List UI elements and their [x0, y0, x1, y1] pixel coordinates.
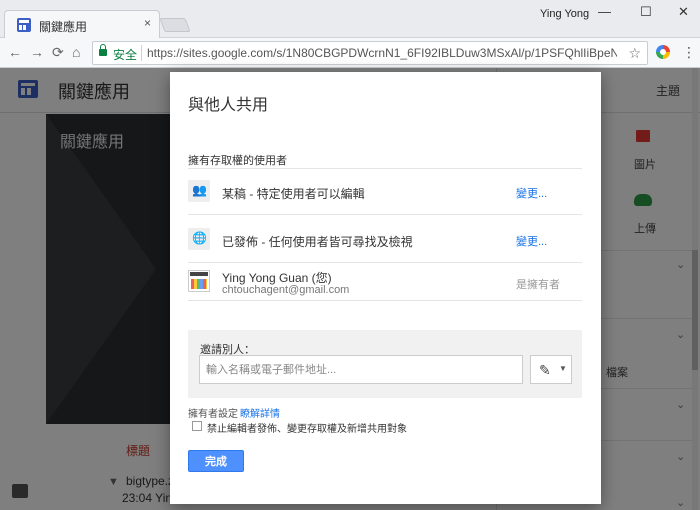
new-tab-button[interactable] — [159, 18, 191, 32]
url-separator — [141, 45, 142, 61]
row-divider — [188, 262, 582, 263]
bookmark-star-icon[interactable]: ☆ — [628, 45, 641, 62]
profile-name[interactable]: Ying Yong — [540, 8, 589, 20]
row-divider — [188, 168, 582, 169]
tab-close-icon[interactable]: × — [144, 16, 151, 30]
address-bar[interactable]: 安全 https://sites.google.com/s/1N80CBGPDW… — [92, 41, 648, 65]
close-window-icon[interactable]: ✕ — [678, 4, 689, 20]
minimize-icon[interactable]: — — [598, 4, 611, 19]
tab-title: 關鍵應用 — [39, 20, 88, 34]
change-publish-link[interactable]: 變更... — [516, 233, 547, 249]
people-icon: 👥 — [188, 180, 210, 202]
pencil-icon: ✎ — [539, 362, 551, 378]
change-access-link[interactable]: 變更... — [516, 185, 547, 201]
prevent-editors-checkbox[interactable] — [192, 421, 202, 431]
back-icon[interactable]: ← — [8, 44, 22, 60]
publish-row-text: 已發佈 - 任何使用者皆可尋找及檢視 — [222, 235, 413, 249]
browser-tab-active[interactable]: 關鍵應用 × — [4, 10, 160, 38]
lock-icon[interactable] — [99, 44, 107, 56]
access-row-text: 某稿 - 特定使用者可以編輯 — [222, 187, 365, 201]
maximize-icon[interactable]: ☐ — [640, 4, 652, 20]
forward-icon[interactable]: → — [30, 44, 44, 60]
access-section-label: 擁有存取權的使用者 — [188, 155, 287, 167]
caret-down-icon: ▼ — [559, 364, 567, 373]
prevent-editors-label[interactable]: 禁止編輯者發佈、變更存取權及新增共用對象 — [207, 420, 407, 435]
owner-settings-label: 擁有者設定 — [188, 409, 238, 420]
dialog-title: 與他人共用 — [188, 97, 269, 114]
owner-email: chtouchagent@gmail.com — [222, 284, 350, 296]
permission-dropdown-button[interactable]: ✎ ▼ — [530, 355, 572, 384]
home-icon[interactable]: ⌂ — [72, 44, 80, 60]
avatar — [188, 270, 210, 292]
invite-section: 邀請別人： ✎ ▼ — [188, 330, 582, 398]
reload-icon[interactable]: ⟳ — [52, 44, 64, 61]
security-label[interactable]: 安全 — [113, 46, 137, 63]
row-divider — [188, 214, 582, 215]
invite-email-input[interactable] — [199, 355, 523, 384]
row-divider — [188, 300, 582, 301]
owner-role: 是擁有者 — [516, 279, 560, 291]
share-dialog: 與他人共用 擁有存取權的使用者 👥 某稿 - 特定使用者可以編輯 變更... 🌐… — [170, 72, 601, 504]
done-button[interactable]: 完成 — [188, 450, 244, 472]
learn-more-link[interactable]: 瞭解詳情 — [240, 405, 280, 420]
browser-menu-icon[interactable]: ⋮ — [682, 44, 696, 61]
browser-toolbar: ← → ⟳ ⌂ 安全 https://sites.google.com/s/1N… — [0, 38, 700, 68]
browser-titlebar: 關鍵應用 × Ying Yong — ☐ ✕ — [0, 0, 700, 38]
url-text[interactable]: https://sites.google.com/s/1N80CBGPDWcrn… — [147, 46, 617, 60]
extension-icon[interactable] — [656, 45, 670, 59]
sites-favicon-icon — [17, 18, 31, 32]
globe-icon: 🌐 — [188, 228, 210, 250]
